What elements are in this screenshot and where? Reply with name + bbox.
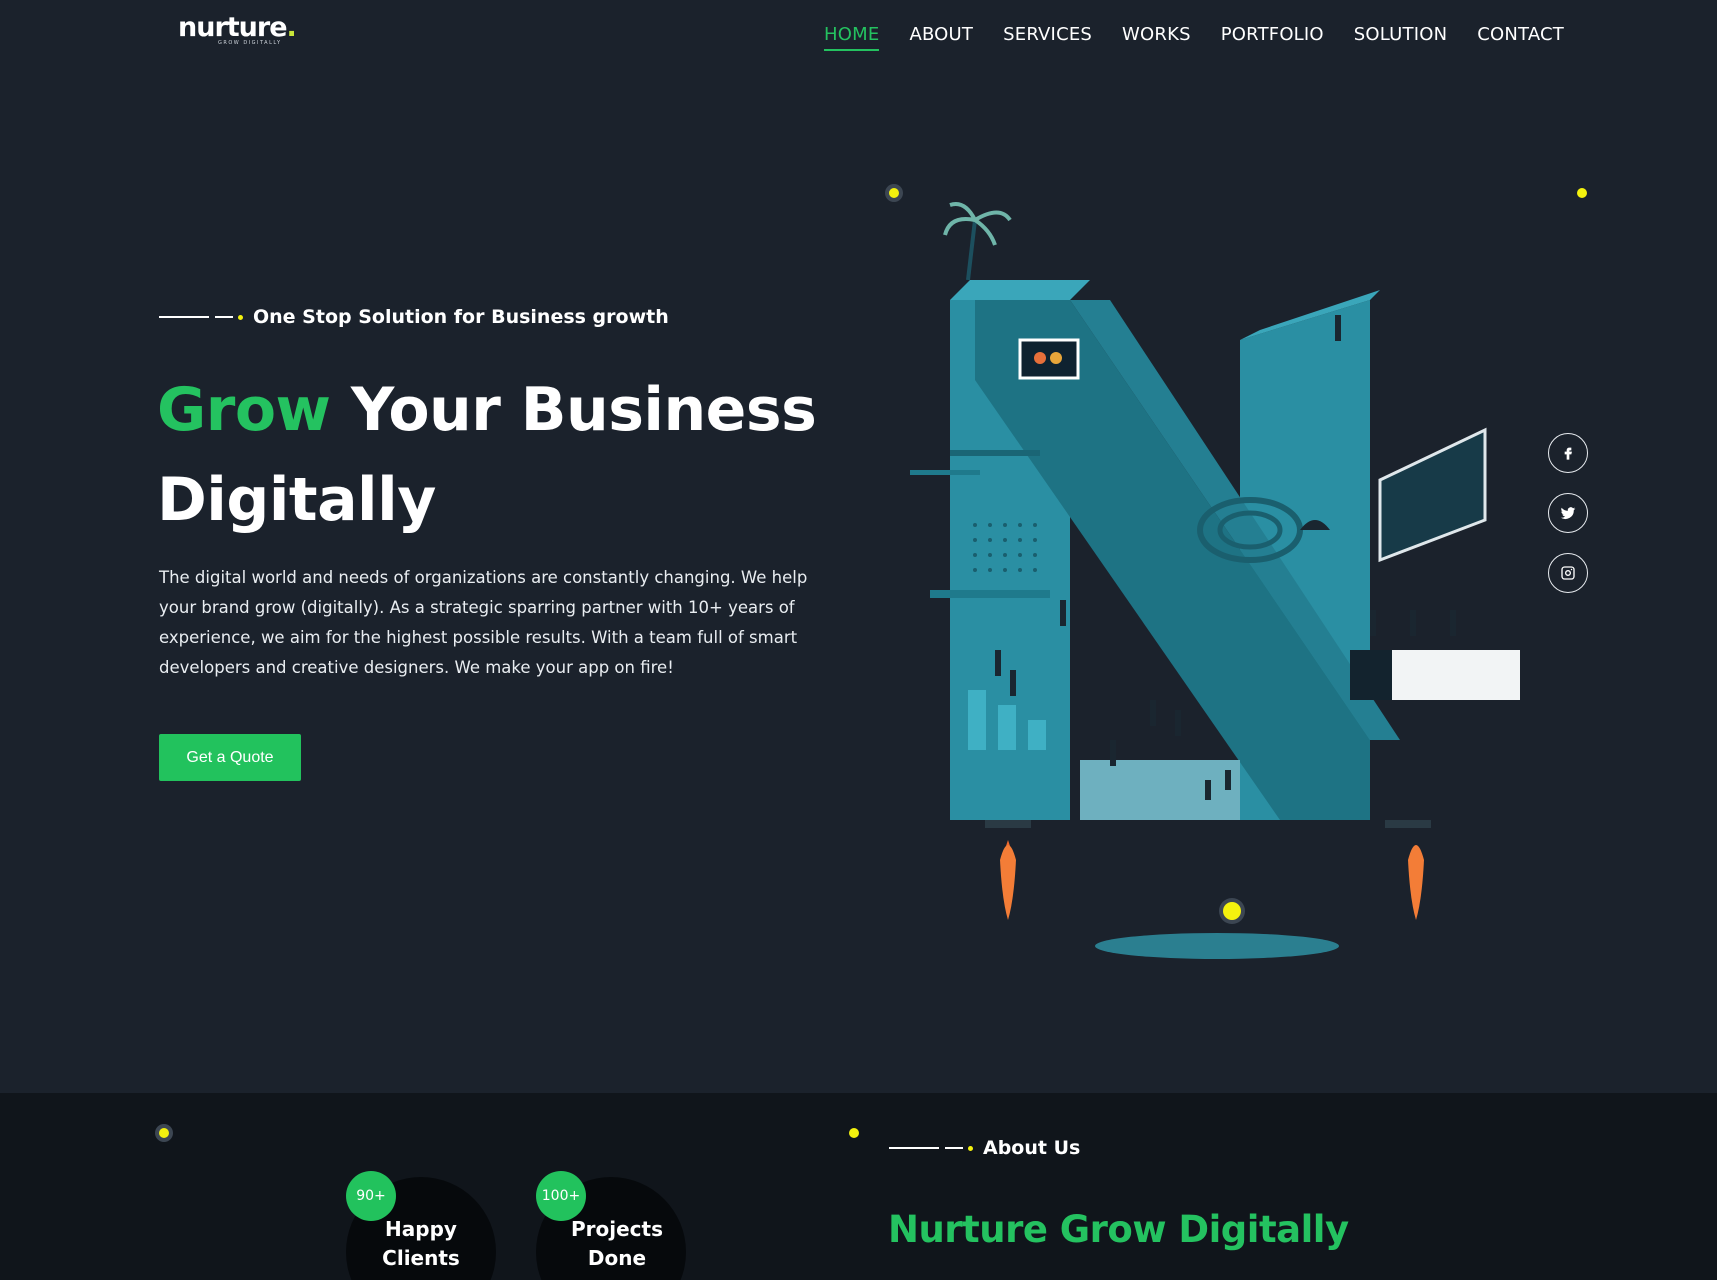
brand-name: nurture (178, 12, 288, 43)
hero-title-accent: Grow (157, 375, 331, 445)
brand-dot: . (286, 12, 297, 43)
instagram-button[interactable] (1548, 553, 1588, 593)
nav-solution[interactable]: SOLUTION (1354, 24, 1447, 51)
hero-description: The digital world and needs of organizat… (159, 568, 808, 677)
instagram-icon (1561, 566, 1575, 580)
hero-eyebrow-text: One Stop Solution for Business growth (253, 306, 669, 328)
about-section: 90+ Happy Clients 100+ Projects Done Abo… (0, 1093, 1717, 1280)
hero-illustration (910, 202, 1520, 959)
nav-contact[interactable]: CONTACT (1477, 24, 1564, 51)
decor-dot (849, 1128, 859, 1138)
stat-value-projects: 100+ (536, 1171, 586, 1221)
get-quote-button[interactable]: Get a Quote (159, 734, 301, 781)
about-eyebrow-text: About Us (983, 1137, 1081, 1159)
hero-title: Grow Your Business Digitally (157, 365, 837, 545)
eyebrow-line (889, 1147, 939, 1149)
eyebrow-line-short (215, 316, 233, 318)
nav-home[interactable]: HOME (824, 24, 880, 51)
nav-portfolio[interactable]: PORTFOLIO (1221, 24, 1324, 51)
social-links (1548, 433, 1588, 593)
eyebrow-dot (238, 314, 243, 320)
decor-dot (1223, 902, 1241, 920)
twitter-icon (1560, 507, 1576, 520)
eyebrow-line (159, 316, 209, 318)
facebook-icon (1564, 447, 1572, 460)
about-eyebrow: About Us (889, 1137, 1080, 1159)
brand-tagline: GROW DIGITALLY (218, 40, 282, 46)
eyebrow-dot (968, 1145, 973, 1151)
nav-about[interactable]: ABOUT (909, 24, 973, 51)
stat-value-clients: 90+ (346, 1171, 396, 1221)
decor-dot (159, 1128, 169, 1138)
stat-label-clients: Happy Clients (382, 1217, 460, 1270)
hero-eyebrow: One Stop Solution for Business growth (159, 306, 669, 328)
eyebrow-line-short (945, 1147, 963, 1149)
about-title: Nurture Grow Digitally (888, 1208, 1349, 1251)
nav-works[interactable]: WORKS (1122, 24, 1191, 51)
decor-dot (1577, 188, 1587, 198)
brand-logo[interactable]: nurture. GROW DIGITALLY (178, 12, 297, 47)
main-nav: HOME ABOUT SERVICES WORKS PORTFOLIO SOLU… (824, 24, 1564, 51)
nav-services[interactable]: SERVICES (1003, 24, 1092, 51)
stat-label-projects: Projects Done (570, 1217, 663, 1270)
facebook-button[interactable] (1548, 433, 1588, 473)
twitter-button[interactable] (1548, 493, 1588, 533)
